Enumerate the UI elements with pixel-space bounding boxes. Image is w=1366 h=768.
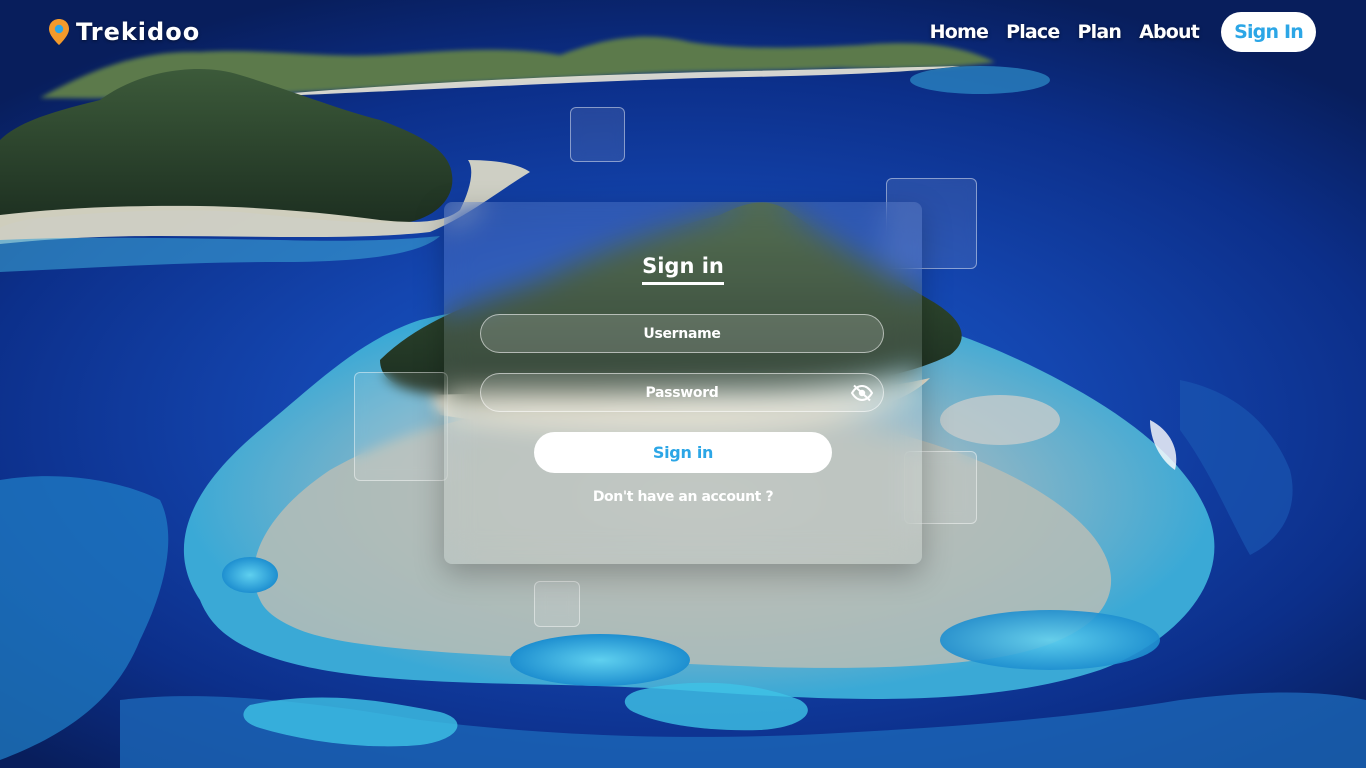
nav-menu: Home Place Plan About Sign In bbox=[930, 12, 1316, 52]
signin-card: Sign in Sign in Don't have an account ? bbox=[444, 202, 922, 564]
nav-link-home[interactable]: Home bbox=[930, 21, 989, 43]
eye-slash-icon[interactable] bbox=[851, 384, 873, 402]
brand-name: Trekidoo bbox=[76, 18, 201, 46]
decorative-glass-square bbox=[534, 581, 580, 627]
decorative-glass-square bbox=[570, 107, 625, 162]
brand-logo[interactable]: Trekidoo bbox=[48, 18, 200, 46]
top-navbar: Trekidoo Home Place Plan About Sign In bbox=[0, 0, 1366, 66]
password-input[interactable] bbox=[481, 374, 883, 411]
signin-title: Sign in bbox=[444, 254, 922, 285]
nav-signin-button[interactable]: Sign In bbox=[1221, 12, 1316, 52]
decorative-glass-square bbox=[354, 372, 448, 481]
map-pin-icon bbox=[49, 19, 69, 45]
password-field[interactable] bbox=[480, 373, 884, 412]
nav-link-plan[interactable]: Plan bbox=[1078, 21, 1122, 43]
signin-submit-button[interactable]: Sign in bbox=[534, 432, 832, 473]
signin-title-text: Sign in bbox=[642, 254, 724, 285]
nav-link-place[interactable]: Place bbox=[1006, 21, 1060, 43]
register-link[interactable]: Don't have an account ? bbox=[444, 489, 922, 505]
nav-link-about[interactable]: About bbox=[1139, 21, 1200, 43]
username-input[interactable] bbox=[481, 315, 883, 352]
username-field[interactable] bbox=[480, 314, 884, 353]
